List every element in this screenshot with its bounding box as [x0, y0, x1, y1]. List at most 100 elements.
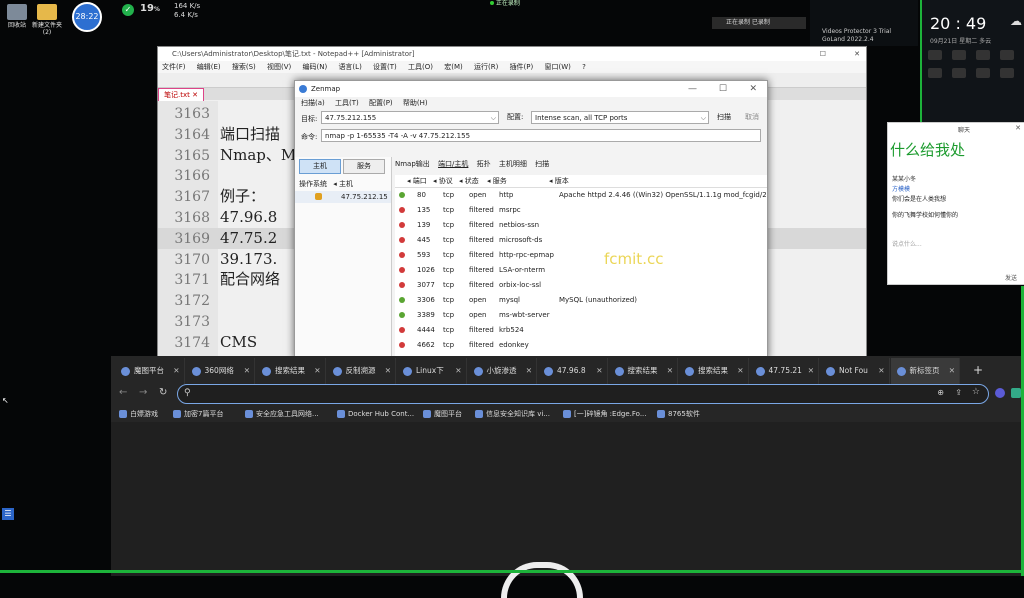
toggle-icon[interactable]	[1000, 50, 1014, 60]
share-icon[interactable]: ⇪	[955, 388, 962, 397]
app-list-item[interactable]: Videos Protector 3 Trial	[822, 28, 891, 35]
menu-scan[interactable]: 扫描(a)	[301, 99, 325, 107]
close-icon[interactable]: ✕	[854, 47, 860, 61]
quick-toggle-grid[interactable]	[928, 50, 1020, 90]
col-port[interactable]: ◂ 端口	[407, 175, 427, 187]
menu-help[interactable]: 帮助(H)	[403, 99, 428, 107]
browser-tab[interactable]: 反制溯源 ✕	[327, 358, 396, 384]
hosts-button[interactable]: 主机	[299, 159, 341, 174]
port-row[interactable]: 80 tcp open http Apache httpd 2.4.46 ((Win32…	[395, 188, 767, 203]
bookmark-item[interactable]: 魔图平台	[423, 408, 462, 420]
browser-tab[interactable]: 47.75.21 ✕	[750, 358, 819, 384]
browser-tab[interactable]: 新标签页 ✕	[890, 358, 960, 384]
forward-icon[interactable]: →	[139, 387, 147, 398]
cancel-button[interactable]: 取消	[745, 111, 759, 124]
browser-tab[interactable]: 魔图平台 ✕	[115, 358, 185, 384]
bookmark-item[interactable]: 信息安全知识库 vi...	[475, 408, 550, 420]
menu-run[interactable]: 运行(R)	[474, 63, 498, 71]
toggle-icon[interactable]	[976, 68, 990, 78]
port-row[interactable]: 3389 tcp open ms-wbt-server	[395, 308, 767, 323]
browser-tab[interactable]: Linux下 ✕	[397, 358, 467, 384]
zenmap-titlebar[interactable]: Zenmap — ☐ ✕	[295, 81, 767, 97]
tab-close-icon[interactable]: ✕	[667, 358, 673, 384]
notepad-tab[interactable]: 笔记.txt ✕	[158, 88, 204, 101]
tab-topology[interactable]: 拓扑	[477, 160, 491, 168]
menu-macro[interactable]: 宏(M)	[444, 63, 463, 71]
browser-tab[interactable]: 搜索结果 ✕	[256, 358, 326, 384]
menu-encoding[interactable]: 编码(N)	[303, 63, 328, 71]
host-row[interactable]: 47.75.212.15	[295, 191, 391, 203]
bookmark-item[interactable]: 8765软件	[657, 408, 700, 420]
maximize-icon[interactable]: ☐	[719, 81, 727, 97]
chevron-down-icon[interactable]: ⌵	[701, 112, 706, 125]
services-button[interactable]: 服务	[343, 159, 385, 174]
bookmark-item[interactable]: 加密7篇平台	[173, 408, 223, 420]
favorite-star-icon[interactable]: ☆	[972, 387, 980, 397]
zoom-icon[interactable]: ⊕	[937, 388, 944, 397]
menu-edit[interactable]: 编辑(E)	[197, 63, 221, 71]
taskbar-list-icon[interactable]: ☰	[2, 508, 14, 520]
menu-settings[interactable]: 设置(T)	[373, 63, 397, 71]
toggle-icon[interactable]	[976, 50, 990, 60]
browser-tab[interactable]: 47.96.8 ✕	[538, 358, 608, 384]
tab-close-icon[interactable]: ✕	[878, 358, 884, 384]
port-row[interactable]: 3077 tcp filtered orbix-loc-ssl	[395, 278, 767, 293]
app-list-item[interactable]: GoLand 2022.2.4	[822, 36, 874, 43]
desktop-icon-recycle-bin[interactable]: 回收站	[0, 4, 34, 29]
browser-tab[interactable]: 搜索结果 ✕	[609, 358, 678, 384]
port-row[interactable]: 135 tcp filtered msrpc	[395, 203, 767, 218]
menu-help[interactable]: ?	[582, 63, 586, 71]
profile-select[interactable]: Intense scan, all TCP ports ⌵	[531, 111, 709, 124]
col-proto[interactable]: ◂ 协议	[433, 175, 453, 187]
tab-close-icon[interactable]: ✕	[385, 358, 391, 384]
port-row[interactable]: 593 tcp filtered http-rpc-epmap	[395, 248, 767, 263]
new-tab-icon[interactable]: +	[973, 363, 983, 377]
tab-ports-hosts[interactable]: 端口/主机	[438, 160, 468, 168]
port-row[interactable]: 4662 tcp filtered edonkey	[395, 338, 767, 353]
toggle-icon[interactable]	[1000, 68, 1014, 78]
scan-button[interactable]: 扫描	[717, 111, 731, 124]
menu-window[interactable]: 窗口(W)	[544, 63, 570, 71]
menu-plugins[interactable]: 插件(P)	[510, 63, 534, 71]
port-row[interactable]: 1026 tcp filtered LSA-or-nterm	[395, 263, 767, 278]
target-input[interactable]: 47.75.212.155 ⌵	[321, 111, 499, 124]
maximize-icon[interactable]: ☐	[820, 47, 826, 61]
tab-close-icon[interactable]: ✕	[949, 358, 955, 384]
chevron-down-icon[interactable]: ⌵	[491, 112, 496, 125]
bookmark-item[interactable]: Docker Hub Cont...	[337, 408, 414, 420]
menu-tools[interactable]: 工具(O)	[408, 63, 433, 71]
chat-send-button[interactable]: 发送	[1005, 273, 1017, 282]
toggle-icon[interactable]	[928, 68, 942, 78]
close-icon[interactable]: ✕	[1015, 124, 1021, 132]
col-service[interactable]: ◂ 服务	[487, 175, 507, 187]
desktop-icon-folder[interactable]: 新建文件夹 (2)	[30, 4, 64, 36]
command-input[interactable]: nmap -p 1-65535 -T4 -A -v 47.75.212.155	[321, 129, 761, 142]
address-bar[interactable]: ⚲ ⊕ ⇪ ☆	[177, 384, 989, 404]
toggle-icon[interactable]	[952, 68, 966, 78]
port-row[interactable]: 3306 tcp open mysql MySQL (unauthorized)	[395, 293, 767, 308]
tab-close-icon[interactable]: ✕	[173, 358, 179, 384]
tab-close-icon[interactable]: ✕	[455, 358, 461, 384]
toggle-icon[interactable]	[928, 50, 942, 60]
menu-tools[interactable]: 工具(T)	[335, 99, 359, 107]
browser-tab[interactable]: 360网络 ✕	[186, 358, 255, 384]
browser-tab[interactable]: 搜索结果 ✕	[679, 358, 749, 384]
bookmark-item[interactable]: 白嫖游戏	[119, 408, 158, 420]
tab-close-icon[interactable]: ✕	[314, 358, 320, 384]
bookmark-item[interactable]: [一]碎镜角 :Edge.Fo...	[563, 408, 647, 420]
tab-host-details[interactable]: 主机明细	[499, 160, 527, 168]
menu-search[interactable]: 搜索(S)	[232, 63, 256, 71]
browser-tab[interactable]: 小旋渗透 ✕	[468, 358, 537, 384]
chat-window[interactable]: 聊天 ✕ 什么给我处 某某小冬 方模模 你们会是在人类我想 你的飞舞学校如何懂你…	[887, 122, 1024, 285]
browser-window[interactable]: 魔图平台 ✕ 360网络 ✕ 搜索结果 ✕ 反制溯源 ✕ Linux下 ✕ 小旋渗透 ✕ 47.96.8…	[111, 356, 1024, 598]
minimize-icon[interactable]: —	[688, 81, 697, 97]
menu-file[interactable]: 文件(F)	[162, 63, 186, 71]
extension-icon[interactable]	[1011, 388, 1021, 398]
bookmark-item[interactable]: 安全应急工具网络...	[245, 408, 319, 420]
tab-close-icon[interactable]: ✕	[808, 358, 814, 384]
back-icon[interactable]: ←	[119, 387, 127, 398]
reload-icon[interactable]: ↻	[159, 387, 167, 398]
menu-language[interactable]: 语言(L)	[338, 63, 361, 71]
tab-nmap-output[interactable]: Nmap输出	[395, 160, 430, 168]
port-row[interactable]: 139 tcp filtered netbios-ssn	[395, 218, 767, 233]
